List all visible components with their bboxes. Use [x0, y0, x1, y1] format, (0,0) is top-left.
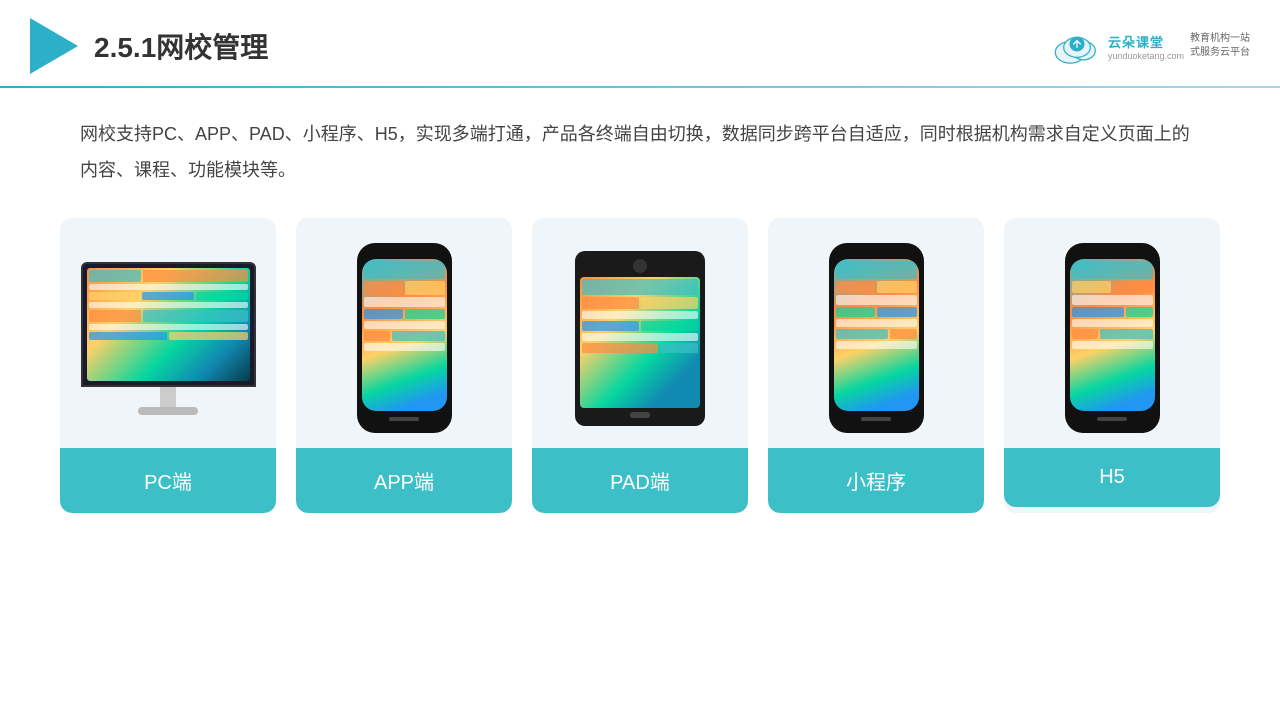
tablet-screen: [580, 277, 700, 408]
card-pc: PC端: [60, 218, 276, 513]
phone-device-miniapp: [829, 243, 924, 433]
cards-container: PC端 APP端: [0, 198, 1280, 513]
card-miniapp-label: 小程序: [768, 448, 984, 513]
phone-screen-miniapp: [834, 259, 919, 411]
card-h5-label: H5: [1004, 448, 1220, 507]
page-title: 2.5.1网校管理: [94, 26, 268, 66]
brand-name: 云朵课堂: [1108, 32, 1164, 51]
description-content: 网校支持PC、APP、PAD、小程序、H5，实现多端打通，产品各终端自由切换，数…: [80, 124, 1190, 180]
phone-home-bar-mini: [861, 417, 891, 421]
card-h5-image: [1004, 218, 1220, 448]
monitor-base: [138, 407, 198, 415]
phone-notch-h5: [1095, 253, 1130, 259]
phone-screen-h5: [1070, 259, 1155, 411]
phone-screen-app: [362, 259, 447, 411]
phone-notch-mini: [859, 253, 894, 259]
monitor-device: [78, 262, 258, 415]
card-miniapp: 小程序: [768, 218, 984, 513]
monitor-screen: [87, 268, 250, 381]
logo-triangle-icon: [30, 18, 78, 74]
card-pad-label: PAD端: [532, 448, 748, 513]
card-h5: H5: [1004, 218, 1220, 513]
card-pad-image: [532, 218, 748, 448]
tablet-device: [575, 251, 705, 426]
phone-home-bar: [389, 417, 419, 421]
card-app-label: APP端: [296, 448, 512, 513]
card-app: APP端: [296, 218, 512, 513]
header-left: 2.5.1网校管理: [30, 18, 268, 74]
phone-home-bar-h5: [1097, 417, 1127, 421]
header: 2.5.1网校管理 云朵课堂 yunduoketang.com 教育机构一站式服…: [0, 0, 1280, 74]
cloud-icon: [1052, 29, 1102, 64]
monitor-screen-border: [81, 262, 256, 387]
brand-slogan: 教育机构一站式服务云平台: [1190, 32, 1250, 60]
phone-device-h5: [1065, 243, 1160, 433]
phone-notch: [387, 253, 422, 259]
brand-text-block: 云朵课堂 yunduoketang.com: [1108, 32, 1184, 61]
card-pc-label: PC端: [60, 448, 276, 513]
brand-url: yunduoketang.com: [1108, 51, 1184, 61]
description-text: 网校支持PC、APP、PAD、小程序、H5，实现多端打通，产品各终端自由切换，数…: [0, 88, 1280, 198]
card-pad: PAD端: [532, 218, 748, 513]
card-pc-image: [60, 218, 276, 448]
monitor-neck: [160, 387, 176, 407]
brand-logo: 云朵课堂 yunduoketang.com 教育机构一站式服务云平台: [1052, 29, 1250, 64]
tablet-camera: [633, 259, 647, 273]
tablet-home-btn: [630, 412, 650, 418]
card-miniapp-image: [768, 218, 984, 448]
card-app-image: [296, 218, 512, 448]
phone-device-app: [357, 243, 452, 433]
header-right: 云朵课堂 yunduoketang.com 教育机构一站式服务云平台: [1052, 29, 1250, 64]
